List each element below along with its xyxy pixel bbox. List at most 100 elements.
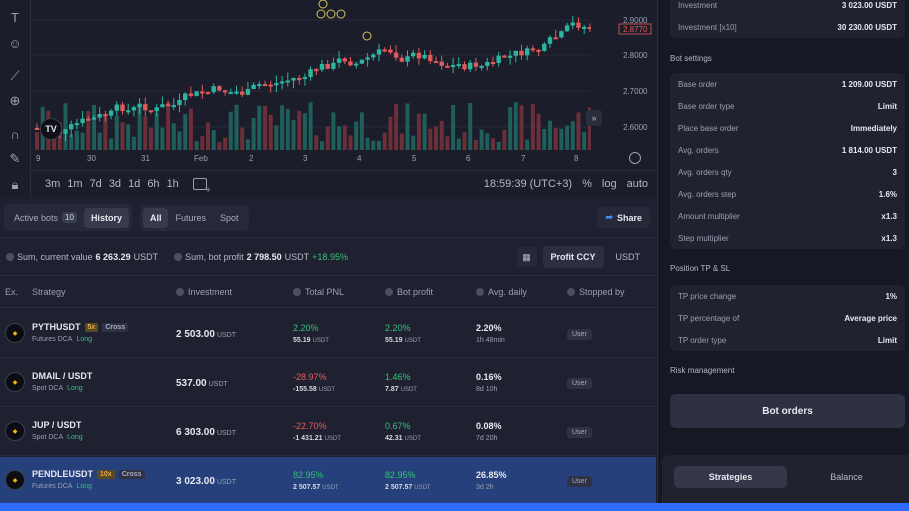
profit-ccy-button[interactable]: Profit CCY [542,246,604,268]
auto-toggle[interactable]: auto [627,178,648,190]
scroll-right-icon[interactable]: » [586,110,602,126]
table-row[interactable]: ◆ PENDLEUSDT 10x Cross Futures DCA Long 3 023.… [0,457,656,505]
duration: 1h 48min [476,337,505,344]
tf-6h[interactable]: 6h [147,178,159,190]
filter-futures[interactable]: Futures [168,208,213,228]
kv-key: Amount multiplier [678,211,740,221]
info-icon[interactable] [174,252,183,261]
clock-readout[interactable]: 18:59:39 (UTC+3) [484,178,572,190]
text-icon[interactable]: T [6,8,24,26]
filter-tab-group: All Futures Spot [139,204,249,231]
log-toggle[interactable]: log [602,178,617,190]
volume-bar [92,104,96,150]
tf-1d[interactable]: 1d [128,178,140,190]
avg-daily-percent: 0.08% [476,421,502,431]
price-chart[interactable]: 2.9000 2.8770 2.8000 2.7000 2.6000 9 30 31 Feb 2 3… [31,0,656,170]
filter-spot[interactable]: Spot [213,208,246,228]
tf-1m[interactable]: 1m [67,178,82,190]
volume-bar [143,116,148,150]
volume-bar [359,112,364,150]
percent-toggle[interactable]: % [582,178,592,190]
volume-bar [320,141,324,150]
share-button[interactable]: ➦ Share [597,207,650,228]
pair-line: JUP / USDT [32,420,83,430]
chart-settings-icon[interactable] [629,152,641,164]
table-row[interactable]: ◆ JUP / USDT Spot DCA Long 6 303.00 USDT -22.7… [0,408,656,456]
filter-all[interactable]: All [142,207,169,228]
table-row[interactable]: ◆ PYTHUSDT 5x Cross Futures DCA Long 2 503.00 U… [0,310,656,358]
strategy-type: Spot DCA [32,434,64,441]
volume-bar [416,113,421,150]
emoji-icon[interactable]: ☺ [6,34,24,52]
candle-body [285,80,290,83]
volume-bar [194,141,199,150]
tab-balance[interactable]: Balance [790,466,903,488]
volume-bar [451,105,456,150]
candle-body [257,84,262,87]
active-bots-count-badge: 10 [62,212,77,223]
volume-bar [149,127,153,150]
volume-bar [496,141,501,150]
investment-unit: USDT [216,479,236,486]
kv-value: 1 814.00 USDT [841,145,897,155]
lock-icon[interactable]: 🔒︎ [6,176,24,194]
tf-3m[interactable]: 3m [45,178,60,190]
col-bot-profit[interactable]: Bot profit [385,287,433,297]
pencil-lock-icon[interactable]: ✎ [6,150,24,168]
volume-bar [445,136,450,150]
stopped-by-chip: User [567,427,592,438]
volume-bar [371,140,376,150]
col-strategy[interactable]: Strategy [32,287,66,297]
investment-unit: USDT [208,381,228,388]
candle-body [445,65,450,68]
candle-body [217,86,222,91]
col-avg-daily[interactable]: Avg. daily [476,287,527,297]
ruler-icon[interactable]: ⟋ [6,67,24,85]
col-total-pnl[interactable]: Total PNL [293,287,344,297]
kv-key: Base order type [678,101,735,111]
tab-history[interactable]: History [83,207,129,228]
pair-name: PENDLEUSDT [32,469,94,479]
tf-1h[interactable]: 1h [167,178,179,190]
current-value: 6 263.29 [95,251,131,262]
candle-body [234,91,239,94]
candle-body [348,61,353,66]
tab-active-bots[interactable]: Active bots 10 [7,207,84,228]
volume-bar [280,105,285,150]
time-axis-label: 6 [466,154,471,163]
volume-bar [411,135,416,150]
table-row[interactable]: ◆ DMAIL / USDT Spot DCA Long 537.00 USDT -28.9… [0,359,656,407]
bot-orders-button[interactable]: Bot orders [670,394,905,428]
tf-7d[interactable]: 7d [90,178,102,190]
calendar-icon[interactable]: ▦ [516,247,537,267]
info-icon[interactable] [6,252,14,261]
col-investment[interactable]: Investment [176,287,232,297]
candle-body [251,84,256,90]
date-range-icon[interactable] [192,177,211,195]
tradingview-logo[interactable]: TV [40,118,62,140]
bot-profit-amount-line: 55.19 USDT [385,337,421,344]
bot-profit-summary: Sum, bot profit 2 798.50 USDT +18.95% [174,252,348,262]
risk-management-title: Risk management [670,366,735,375]
chart-canvas[interactable]: 2.90002.87702.80002.70002.60009 30 31 Feb 2 3… [31,0,656,170]
volume-bar [206,122,210,150]
ccy-selector[interactable]: USDT [616,252,641,262]
tp-setting-row: TP percentage of Average price [670,307,905,329]
time-axis-label: 5 [412,154,417,163]
col-stopped-by[interactable]: Stopped by [567,287,625,297]
candle-body [69,124,74,130]
investment-cell: 3 023.00 USDT [176,476,236,487]
candle-body [393,52,399,58]
candle-body [496,55,501,63]
tab-strategies[interactable]: Strategies [674,466,787,488]
volume-bar [154,112,159,150]
stopped-by-chip: User [567,476,592,487]
tf-3d[interactable]: 3d [109,178,121,190]
zoom-icon[interactable]: ⊕ [6,92,24,110]
timeframe-bar: 3m 1m 7d 3d 1d 6h 1h 18:59:39 (UTC+3) % … [31,170,656,196]
bot-details-panel: Investment 3 023.00 USDT Investment [x10]… [657,0,909,511]
col-exchange[interactable]: Ex. [5,287,18,297]
magnet-icon[interactable]: ∩ [6,125,24,143]
volume-bar [388,116,393,150]
candle-body [525,48,530,56]
